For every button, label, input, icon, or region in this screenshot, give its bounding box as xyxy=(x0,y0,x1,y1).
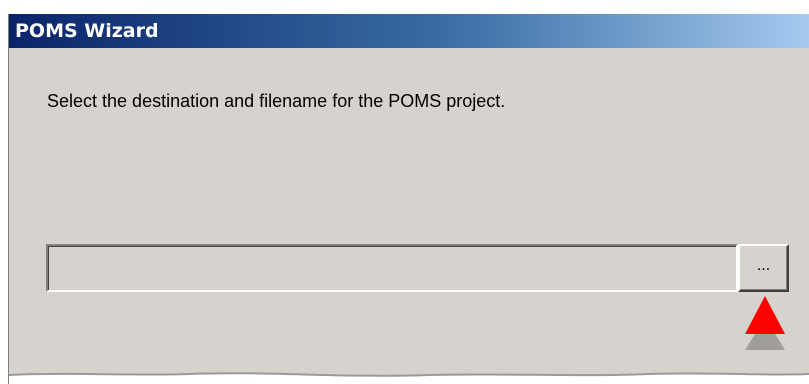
browse-button[interactable]: ... xyxy=(738,244,789,292)
title-bar[interactable]: POMS Wizard xyxy=(9,14,809,48)
poms-wizard-window: POMS Wizard Select the destination and f… xyxy=(8,14,809,384)
red-arrow-pointer-icon xyxy=(745,296,785,350)
window-title: POMS Wizard xyxy=(15,20,159,42)
destination-path-field[interactable] xyxy=(46,244,738,292)
instruction-text: Select the destination and filename for … xyxy=(47,91,506,111)
torn-edge-decoration xyxy=(9,372,809,384)
